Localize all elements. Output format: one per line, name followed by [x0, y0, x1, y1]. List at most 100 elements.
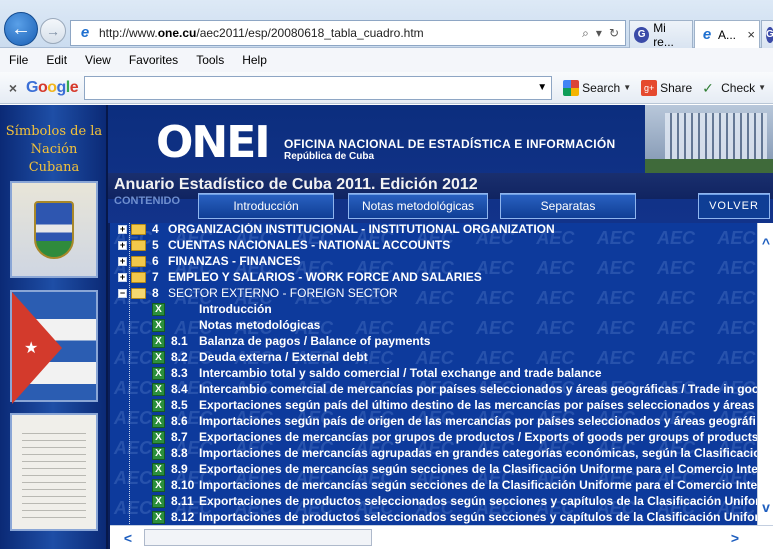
- back-button[interactable]: ←: [4, 12, 38, 46]
- refresh-icon[interactable]: ↻: [609, 26, 619, 41]
- section-label: EMPLEO Y SALARIOS - WORK FORCE AND SALAR…: [168, 270, 482, 284]
- tab-label: Mi re...: [653, 20, 674, 49]
- tree-item-8-6[interactable]: X 8.6 Importaciones según país de origen d…: [152, 413, 756, 429]
- vertical-scrollbar[interactable]: ^ v: [757, 223, 773, 525]
- scroll-right-icon[interactable]: >: [725, 526, 745, 550]
- menu-edit[interactable]: Edit: [37, 53, 76, 67]
- excel-file-icon: X: [152, 510, 165, 524]
- item-label: Importaciones de productos seleccionados…: [199, 510, 757, 524]
- excel-file-icon: X: [152, 494, 165, 508]
- close-tab-icon[interactable]: ×: [747, 27, 755, 42]
- scroll-up-icon[interactable]: ^: [758, 233, 773, 253]
- scroll-left-icon[interactable]: <: [118, 526, 138, 550]
- tree-item-8-4[interactable]: X 8.4 Intercambio comercial de mercancías …: [152, 381, 757, 397]
- introduccion-button[interactable]: Introducción: [198, 193, 334, 219]
- scroll-down-icon[interactable]: v: [758, 497, 773, 517]
- coat-of-arms-image[interactable]: [10, 181, 98, 278]
- excel-file-icon: X: [152, 334, 165, 348]
- item-label: Intercambio comercial de mercancías por …: [199, 382, 757, 396]
- google-toolbar: × Google ▼ Search ▼ g+ Share ✓ Check ▼: [0, 72, 773, 104]
- tree-item-6[interactable]: X Notas metodológicas: [152, 317, 320, 333]
- dropdown-icon[interactable]: ▼: [537, 82, 547, 93]
- address-bar[interactable]: e http://www.one.cu/aec2011/esp/20080618…: [70, 20, 626, 46]
- browser-titlebar: ← → e http://www.one.cu/aec2011/esp/2008…: [0, 0, 773, 49]
- google-search-icon: [563, 79, 580, 96]
- forward-button[interactable]: →: [40, 18, 66, 44]
- menu-help[interactable]: Help: [233, 53, 276, 67]
- tree-item-8-8[interactable]: X 8.8 Importaciones de mercancías agrupada…: [152, 445, 757, 461]
- collapse-icon[interactable]: −: [118, 288, 127, 298]
- item-label: Importaciones de mercancías según seccio…: [199, 478, 757, 492]
- tree-section-8[interactable]: − 8 SECTOR EXTERNO - FOREIGN SECTOR: [118, 285, 398, 301]
- google-favicon-icon: G: [766, 26, 773, 43]
- tree-item-8-7[interactable]: X 8.7 Exportaciones de mercancías por grup…: [152, 429, 757, 445]
- sidebar-title: Símbolos de la Nación Cubana: [5, 124, 103, 175]
- excel-file-icon: X: [152, 398, 165, 412]
- cuban-flag-image[interactable]: ★: [10, 290, 98, 404]
- item-number: 8.5: [171, 398, 188, 412]
- excel-file-icon: X: [152, 478, 165, 492]
- arrow-right-icon: →: [46, 23, 60, 39]
- check-button[interactable]: ✓ Check ▼: [697, 80, 771, 96]
- tree-item-8-12[interactable]: X 8.12 Importaciones de productos seleccio…: [152, 509, 757, 525]
- onei-logo[interactable]: ONEI: [156, 117, 271, 168]
- tree-section-6[interactable]: +6 FINANZAS - FINANCES: [118, 253, 301, 269]
- volver-button[interactable]: VOLVER: [698, 193, 770, 219]
- tab-mi-re[interactable]: G Mi re...: [629, 20, 693, 49]
- item-label: Importaciones según país de origen de la…: [199, 414, 756, 428]
- web-page: Símbolos de la Nación Cubana ★ ONEI OFIC…: [0, 105, 773, 549]
- expand-icon[interactable]: +: [118, 272, 127, 282]
- item-label: Exportaciones según país del último dest…: [199, 398, 755, 412]
- scrollbar-thumb[interactable]: [144, 529, 372, 546]
- tree-item-8-5[interactable]: X 8.5 Exportaciones según país del último …: [152, 397, 755, 413]
- section-number: 7: [152, 270, 159, 284]
- tree-section-4[interactable]: +4 ORGANIZACIÓN INSTITUCIONAL - INSTITUTI…: [118, 223, 555, 237]
- google-favicon-icon: G: [634, 26, 650, 43]
- spellcheck-icon: ✓: [702, 79, 714, 96]
- item-number: 8.9: [171, 462, 188, 476]
- dropdown-icon[interactable]: ▾: [596, 26, 602, 41]
- url-text[interactable]: http://www.one.cu/aec2011/esp/20080618_t…: [99, 26, 582, 40]
- close-toolbar-icon[interactable]: ×: [0, 80, 26, 96]
- tree-section-7[interactable]: +7 EMPLEO Y SALARIOS - WORK FORCE AND SAL…: [118, 269, 482, 285]
- expand-icon[interactable]: +: [118, 256, 127, 266]
- horizontal-scrollbar[interactable]: < >: [110, 525, 773, 549]
- separatas-button[interactable]: Separatas: [500, 193, 636, 219]
- expand-icon[interactable]: +: [118, 240, 127, 250]
- section-number: 5: [152, 238, 159, 252]
- notas-metodologicas-button[interactable]: Notas metodológicas: [348, 193, 488, 219]
- menu-view[interactable]: View: [76, 53, 120, 67]
- tree-item-5[interactable]: X Introducción: [152, 301, 272, 317]
- google-search-input[interactable]: ▼: [84, 75, 553, 100]
- tree-item-8-2[interactable]: X 8.2 Deuda externa / External debt: [152, 349, 368, 365]
- tab-active[interactable]: e A... ×: [694, 20, 760, 48]
- menu-file[interactable]: File: [0, 53, 37, 67]
- section-number: 6: [152, 254, 159, 268]
- tree-item-8-11[interactable]: X 8.11 Exportaciones de productos seleccio…: [152, 493, 757, 509]
- section-label: SECTOR EXTERNO - FOREIGN SECTOR: [168, 286, 398, 300]
- tab-third[interactable]: G: [761, 20, 773, 48]
- excel-file-icon: X: [152, 350, 165, 364]
- tree-item-8-10[interactable]: X 8.10 Importaciones de mercancías según s…: [152, 477, 757, 493]
- item-number: 8.1: [171, 334, 188, 348]
- tree-item-8-3[interactable]: X 8.3 Intercambio total y saldo comercial …: [152, 365, 602, 381]
- national-anthem-image[interactable]: [10, 413, 98, 531]
- share-button[interactable]: g+ Share: [636, 79, 697, 96]
- menu-favorites[interactable]: Favorites: [120, 53, 187, 67]
- arrow-left-icon: ←: [11, 17, 31, 40]
- excel-file-icon: X: [152, 446, 165, 460]
- item-label: Deuda externa / External debt: [199, 350, 368, 364]
- search-button[interactable]: Search ▼: [558, 79, 636, 96]
- section-number: 8: [152, 286, 159, 300]
- tree-section-5[interactable]: +5 CUENTAS NACIONALES - NATIONAL ACCOUNTS: [118, 237, 450, 253]
- caret-down-icon[interactable]: ▼: [758, 83, 766, 92]
- shield-icon: [34, 201, 74, 259]
- menu-tools[interactable]: Tools: [187, 53, 233, 67]
- tree-item-8-9[interactable]: X 8.9 Exportaciones de mercancías según se…: [152, 461, 757, 477]
- search-icon[interactable]: ⌕: [582, 26, 589, 41]
- expand-icon[interactable]: +: [118, 224, 127, 234]
- tree-item-8-1[interactable]: X 8.1 Balanza de pagos / Balance of paymen…: [152, 333, 430, 349]
- caret-down-icon[interactable]: ▼: [623, 83, 631, 92]
- contents-tree[interactable]: AEC AEC AEC AEC AEC AEC AEC AEC AEC AEC …: [110, 223, 757, 525]
- google-logo: Google: [26, 78, 79, 96]
